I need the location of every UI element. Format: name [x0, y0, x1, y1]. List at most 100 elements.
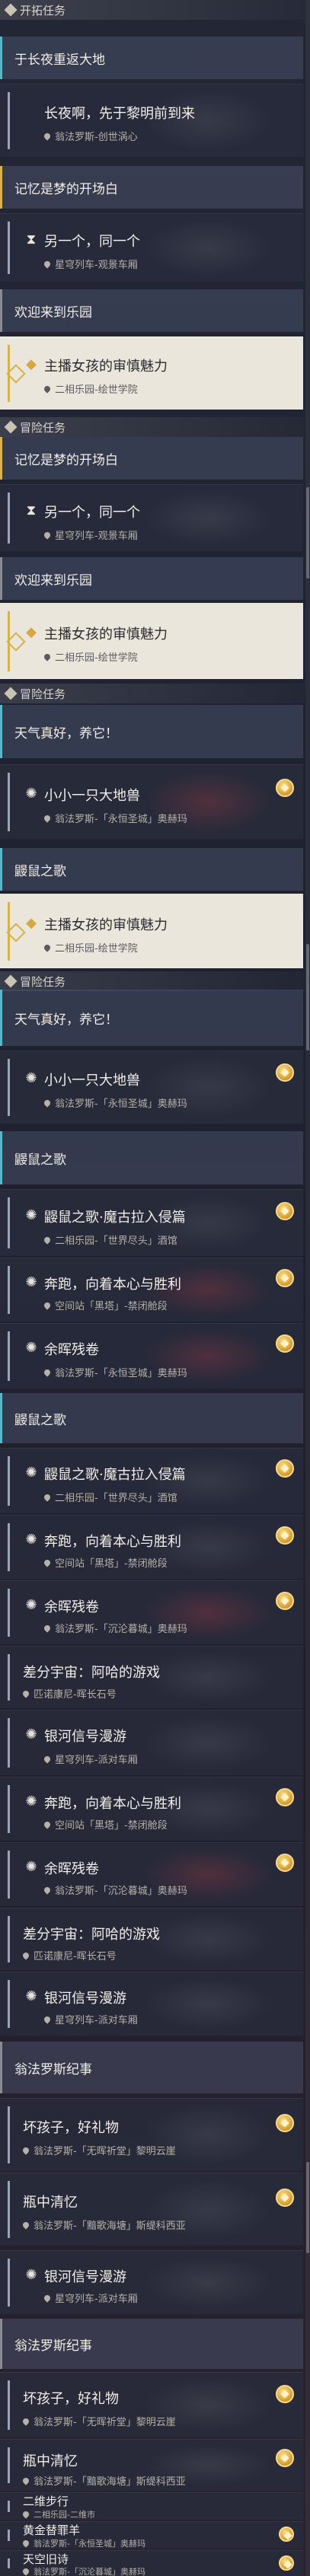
reward-medal-icon: [279, 2527, 294, 2542]
swirl-icon: ✺: [25, 1070, 37, 1086]
pin-icon: [43, 813, 52, 823]
scrollbar-thumb[interactable]: [306, 2162, 309, 2253]
reward-medal-icon: [276, 1202, 294, 1220]
trailblaze-quest-icon: ◆: [26, 623, 37, 640]
quest-item[interactable]: ✺ 鼹鼠之歌·魔古拉入侵篇 二相乐园-「世界尽头」酒馆: [0, 1189, 303, 1256]
quest-item[interactable]: ⧗ 另一个，同一个 星穹列车-观景车厢: [0, 484, 303, 551]
section-header-adventure[interactable]: 冒险任务: [0, 971, 305, 991]
reward-medal-icon: [276, 1854, 294, 1872]
chapter-header[interactable]: 天气真好，养它！: [0, 705, 303, 758]
quest-item-selected[interactable]: ◆ 主播女孩的审慎魅力 二相乐园-绘世学院: [0, 894, 303, 968]
quest-item-selected[interactable]: ◆ 主播女孩的审慎魅力 二相乐园-绘世学院: [0, 603, 303, 679]
section-header-adventure[interactable]: 冒险任务: [0, 684, 305, 703]
swirl-icon: ✺: [25, 1531, 37, 1548]
pin-icon: [21, 2416, 30, 2426]
pin-icon: [21, 2567, 30, 2576]
pin-icon: [21, 2539, 30, 2548]
pin-icon: [43, 1367, 52, 1377]
quest-item[interactable]: 二维步行 二相乐园-二维市: [0, 2492, 303, 2520]
chapter-header[interactable]: 天气真好，养它！: [0, 990, 303, 1046]
chapter-header[interactable]: 鼹鼠之歌: [0, 1393, 303, 1443]
quest-item[interactable]: ✺ 余晖残卷 翁法罗斯-「永恒圣城」奥赫玛: [0, 1323, 303, 1388]
quest-item[interactable]: 长夜啊，先于黎明前到来 翁法罗斯-创世涡心: [0, 84, 303, 157]
trailblaze-quest-icon: ◆: [26, 914, 37, 931]
swirl-icon: ✺: [25, 785, 37, 802]
quest-item[interactable]: 差分宇宙：阿哈的游戏 匹诺康尼-晖长石号: [0, 1908, 303, 1970]
pin-icon: [43, 1885, 52, 1895]
pin-icon: [21, 1950, 30, 1960]
pin-icon: [43, 131, 52, 141]
chapter-header[interactable]: 欢迎来到乐园: [0, 557, 303, 600]
quest-item[interactable]: ✺ 小小一只大地兽 翁法罗斯-「永恒圣城」奥赫玛: [0, 764, 303, 839]
pin-icon: [43, 259, 52, 269]
pin-icon: [21, 2220, 30, 2230]
scrollbar[interactable]: [305, 0, 310, 2576]
scrollbar-thumb[interactable]: [306, 944, 309, 1050]
quest-item[interactable]: ✺ 奔跑，向着本心与胜利 空间站「黑塔」-禁闭舱段: [0, 1515, 303, 1579]
pin-icon: [43, 1819, 52, 1829]
quest-item[interactable]: ✺ 小小一只大地兽 翁法罗斯-「永恒圣城」奥赫玛: [0, 1050, 303, 1124]
pin-icon: [43, 1098, 52, 1108]
pin-icon: [43, 1754, 52, 1764]
chapter-header[interactable]: 记忆是梦的开场白: [0, 437, 303, 480]
quest-item[interactable]: ✺ 鼹鼠之歌·魔古拉入侵篇 二相乐园-「世界尽头」酒馆: [0, 1448, 303, 1513]
chapter-header[interactable]: 鼹鼠之歌: [0, 1131, 303, 1184]
swirl-icon: ✺: [25, 1596, 37, 1613]
quest-item[interactable]: 坏孩子，好礼物 翁法罗斯-「无晖祈堂」黎明云崖: [0, 2098, 303, 2171]
quest-item[interactable]: ✺ 奔跑，向着本心与胜利 空间站「黑塔」-禁闭舱段: [0, 1777, 303, 1841]
quest-item[interactable]: 黄金替罪羊 翁法罗斯-「永恒圣城」奥赫玛: [0, 2521, 303, 2549]
pin-icon: [21, 2510, 30, 2519]
quest-item[interactable]: ✺ 银河信号漫游 星穹列车-派对车厢: [0, 1710, 303, 1775]
swirl-icon: ✺: [25, 1339, 37, 1356]
chapter-header[interactable]: 翁法罗斯纪事: [0, 2319, 303, 2369]
hourglass-icon: ⧗: [26, 502, 37, 518]
chapter-header[interactable]: 鼹鼠之歌: [0, 848, 303, 891]
reward-medal-icon: [276, 2449, 294, 2467]
quest-item-selected[interactable]: ◆ 主播女孩的审慎魅力 二相乐园-绘世学院: [0, 336, 303, 410]
reward-medal-icon: [276, 2114, 294, 2132]
trailblaze-quest-icon: ◆: [26, 355, 37, 372]
quest-item[interactable]: 差分宇宙：阿哈的游戏 匹诺康尼-晖长石号: [0, 1646, 303, 1708]
quest-item[interactable]: ✺ 余晖残卷 翁法罗斯-「沉沦暮城」奥赫玛: [0, 1580, 303, 1644]
reward-medal-icon: [276, 1526, 294, 1545]
reward-medal-icon: [276, 779, 294, 797]
pin-icon: [43, 1492, 52, 1502]
quest-item[interactable]: ✺ 奔跑，向着本心与胜利 空间站「黑塔」-禁闭舱段: [0, 1258, 303, 1321]
reward-medal-icon: [276, 1269, 294, 1287]
quest-item[interactable]: 坏孩子，好礼物 翁法罗斯-「无晖祈堂」黎明云崖: [0, 2372, 303, 2437]
reward-medal-icon: [276, 2189, 294, 2207]
quest-item[interactable]: 瓶中清忆 翁法罗斯-「黯歌海塘」斯缇科西亚: [0, 2439, 303, 2491]
quest-item[interactable]: 天空旧诗 翁法罗斯-「沉沦暮城」奥赫玛: [0, 2550, 303, 2576]
section-header-trailblaze[interactable]: 开拓任务: [0, 0, 305, 20]
pin-icon: [43, 1235, 52, 1245]
swirl-icon: ✺: [25, 1988, 37, 2004]
chapter-header[interactable]: 于长夜重返大地: [0, 37, 303, 79]
pin-icon: [21, 2145, 30, 2155]
swirl-icon: ✺: [25, 1793, 37, 1809]
chapter-header[interactable]: 翁法罗斯纪事: [0, 2042, 303, 2093]
reward-medal-icon: [276, 1592, 294, 1610]
chapter-header[interactable]: 记忆是梦的开场白: [0, 166, 303, 209]
quest-list-page: 开拓任务 于长夜重返大地 长夜啊，先于黎明前到来 翁法罗斯-创世涡心 记忆是梦的…: [0, 0, 310, 2576]
reward-medal-icon: [276, 1788, 294, 1806]
reward-medal-icon: [276, 1459, 294, 1478]
pin-icon: [43, 384, 52, 394]
pin-icon: [43, 1623, 52, 1633]
quest-item[interactable]: ✺ 银河信号漫游 星穹列车-派对车厢: [0, 1972, 303, 2036]
swirl-icon: ✺: [25, 1858, 37, 1875]
swirl-icon: ✺: [25, 2266, 37, 2283]
swirl-icon: ✺: [25, 1464, 37, 1481]
quest-item[interactable]: ⧗ 另一个，同一个 星穹列车-观景车厢: [0, 213, 303, 282]
pin-icon: [43, 2293, 52, 2303]
chapter-header[interactable]: 欢迎来到乐园: [0, 289, 303, 332]
pin-icon: [43, 942, 52, 952]
diamond-icon: [4, 420, 18, 434]
pin-icon: [43, 1300, 52, 1310]
reward-medal-icon: [276, 2385, 294, 2403]
quest-item[interactable]: ✺ 银河信号漫游 星穹列车-派对车厢: [0, 2250, 303, 2314]
quest-item[interactable]: ✺ 余晖残卷 翁法罗斯-「沉沦暮城」奥赫玛: [0, 1842, 303, 1906]
section-header-adventure[interactable]: 冒险任务: [0, 417, 305, 437]
pin-icon: [43, 1557, 52, 1567]
quest-item[interactable]: 瓶中清忆 翁法罗斯-「黯歌海塘」斯缇科西亚: [0, 2173, 303, 2246]
scrollbar-thumb[interactable]: [306, 487, 309, 579]
